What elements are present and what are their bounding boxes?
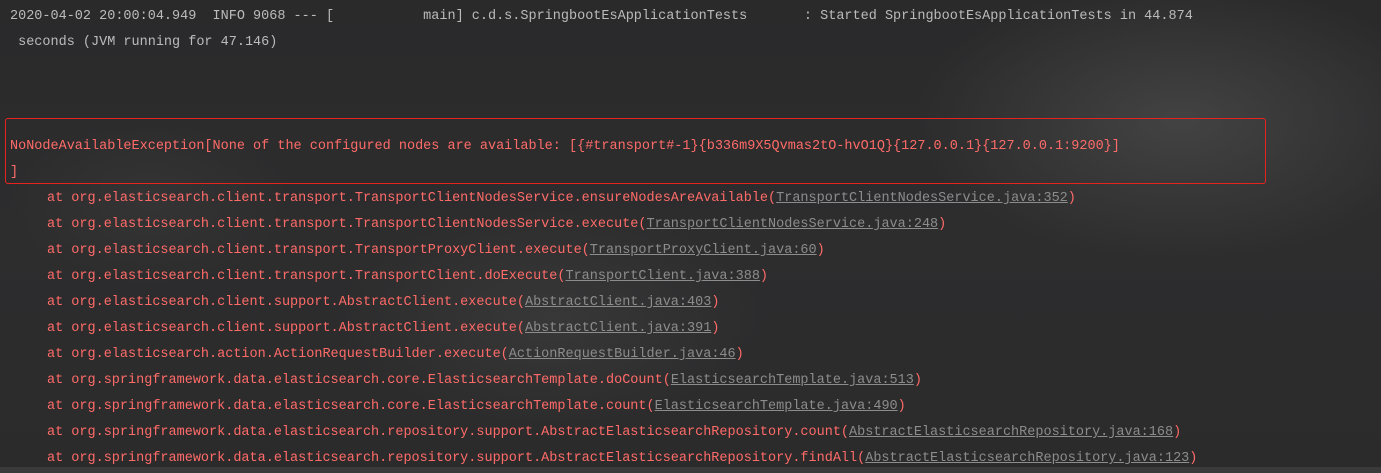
- stack-frame-close-paren: ): [759, 269, 769, 284]
- log-line-jvm: seconds (JVM running for 47.146): [10, 35, 278, 50]
- stack-frame-method: at org.elasticsearch.client.transport.Tr…: [47, 269, 566, 284]
- source-link[interactable]: ElasticsearchTemplate.java:513: [671, 373, 914, 388]
- stack-frame-close-paren: ): [938, 217, 947, 232]
- stack-frame: at org.springframework.data.elasticsearc…: [47, 368, 922, 394]
- source-link[interactable]: TransportClient.java:388: [565, 269, 759, 284]
- source-link[interactable]: AbstractClient.java:403: [525, 295, 711, 310]
- source-link[interactable]: TransportClientNodesService.java:352: [776, 191, 1068, 206]
- stack-frame-close-paren: ): [1067, 191, 1076, 206]
- stack-frame: at org.elasticsearch.client.transport.Tr…: [47, 212, 946, 238]
- stack-frame-close-paren: ): [913, 373, 922, 388]
- stack-frame-method: at org.springframework.data.elasticsearc…: [47, 399, 655, 414]
- exception-close-bracket: ]: [10, 165, 19, 180]
- stack-frame-close-paren: ): [1173, 425, 1182, 440]
- source-link[interactable]: ElasticsearchTemplate.java:490: [655, 399, 898, 414]
- stack-frame-close-paren: ): [711, 295, 720, 310]
- stack-frame-close-paren: ): [816, 243, 825, 258]
- source-link[interactable]: AbstractClient.java:391: [525, 321, 711, 336]
- stack-frame: at org.elasticsearch.client.transport.Tr…: [47, 264, 768, 290]
- stack-frame-method: at org.elasticsearch.client.transport.Tr…: [47, 191, 777, 206]
- stack-frame: at org.elasticsearch.action.ActionReques…: [47, 342, 744, 368]
- stack-frame-method: at org.elasticsearch.client.support.Abst…: [47, 321, 525, 336]
- stack-frame-method: at org.springframework.data.elasticsearc…: [47, 451, 866, 466]
- source-link[interactable]: ActionRequestBuilder.java:46: [509, 347, 736, 362]
- stack-frame-close-paren: ): [1189, 451, 1198, 466]
- source-link[interactable]: TransportProxyClient.java:60: [590, 243, 817, 258]
- stack-frame: at org.elasticsearch.client.support.Abst…: [47, 290, 719, 316]
- stack-frame: at org.springframework.data.elasticsearc…: [47, 420, 1181, 446]
- stack-frame-method: at org.elasticsearch.client.support.Abst…: [47, 295, 525, 310]
- stack-frame-close-paren: ): [711, 321, 720, 336]
- stack-frame-method: at org.elasticsearch.client.transport.Tr…: [47, 243, 590, 258]
- stack-frame-method: at org.springframework.data.elasticsearc…: [47, 373, 671, 388]
- stack-frame-close-paren: ): [735, 347, 744, 362]
- stack-frame-method: at org.elasticsearch.action.ActionReques…: [47, 347, 509, 362]
- source-link[interactable]: AbstractElasticsearchRepository.java:168: [849, 425, 1173, 440]
- stack-frame-close-paren: ): [897, 399, 906, 414]
- stack-frame: at org.elasticsearch.client.transport.Tr…: [47, 238, 825, 264]
- log-line-started: 2020-04-02 20:00:04.949 INFO 9068 --- [ …: [10, 9, 1193, 24]
- stack-frame: at org.springframework.data.elasticsearc…: [47, 394, 906, 420]
- stack-frame: at org.elasticsearch.client.transport.Tr…: [47, 186, 1076, 212]
- stack-frame-method: at org.springframework.data.elasticsearc…: [47, 425, 850, 440]
- exception-message: NoNodeAvailableException[None of the con…: [10, 139, 1120, 154]
- source-link[interactable]: AbstractElasticsearchRepository.java:123: [865, 451, 1189, 466]
- stack-frame: at org.elasticsearch.client.support.Abst…: [47, 316, 719, 342]
- stack-frame-method: at org.elasticsearch.client.transport.Tr…: [47, 217, 647, 232]
- source-link[interactable]: TransportClientNodesService.java:248: [647, 217, 939, 232]
- console-bottom-edge: [0, 467, 1381, 473]
